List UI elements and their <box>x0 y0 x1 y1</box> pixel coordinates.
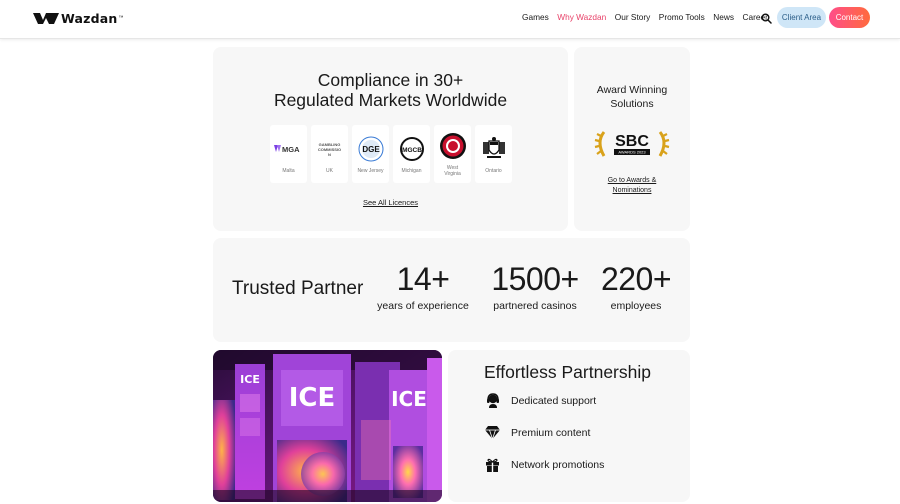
licence-new-jersey[interactable]: DGE New Jersey <box>352 125 389 183</box>
logo-wordmark: Wazdan <box>61 10 118 26</box>
licence-west-virginia[interactable]: West Virginia <box>434 125 471 183</box>
dge-logo: DGE <box>352 131 389 167</box>
menu-item-games[interactable]: Games <box>522 12 549 22</box>
licence-michigan[interactable]: MGCB Michigan <box>393 125 430 183</box>
headset-icon <box>485 393 500 408</box>
mga-logo: MGA <box>270 131 307 167</box>
licence-name: UK <box>326 168 333 174</box>
licence-name: New Jersey <box>357 168 384 174</box>
ontario-crest-icon <box>475 131 512 167</box>
stat-value: 220+ <box>600 261 672 297</box>
partnership-item-support: Dedicated support <box>485 393 596 408</box>
stat-value: 14+ <box>396 261 450 297</box>
menu-item-why-wazdan[interactable]: Why Wazdan <box>557 12 606 22</box>
menu-item-our-story[interactable]: Our Story <box>615 12 651 22</box>
stat-employees: 220+ employees <box>593 260 679 313</box>
logo-trademark: ™ <box>118 15 124 21</box>
gambling-commission-logo-text: GAMBLING COMMISSION <box>317 141 342 157</box>
licence-ontario[interactable]: Ontario <box>475 125 512 183</box>
award-title-line1: Award Winning <box>596 84 668 96</box>
licence-list: MGA Malta GAMBLING COMMISSION UK DGE New… <box>270 125 512 183</box>
award-title: Award Winning Solutions <box>574 83 690 111</box>
sbc-awards-badge-icon: SBC AWARDS 2023 <box>594 131 670 157</box>
sbc-badge-subtext: AWARDS 2023 <box>618 150 646 155</box>
awards-link-line1: Go to Awards & <box>607 177 657 184</box>
licence-malta[interactable]: MGA Malta <box>270 125 307 183</box>
trusted-partner-label: Trusted Partner <box>232 278 364 299</box>
wazdan-logo-mark <box>33 12 59 24</box>
wazdan-logo[interactable]: Wazdan ™ <box>33 10 124 26</box>
ice-sign-right: ICE <box>391 387 427 411</box>
stat-years: 14+ years of experience <box>376 260 470 313</box>
mgcb-logo: MGCB <box>393 131 430 167</box>
menu-item-promo-tools[interactable]: Promo Tools <box>659 12 705 22</box>
awards-link-line2: Nominations <box>612 187 652 194</box>
gambling-commission-logo: GAMBLING COMMISSION <box>311 131 348 167</box>
licence-uk[interactable]: GAMBLING COMMISSION UK <box>311 125 348 183</box>
effortless-partnership-card: Effortless Partnership Dedicated support… <box>448 350 690 502</box>
main-menu: Games Why Wazdan Our Story Promo Tools N… <box>522 12 768 22</box>
award-title-line2: Solutions <box>610 98 654 110</box>
licence-name: Malta <box>282 168 295 174</box>
gift-icon <box>485 457 500 472</box>
dge-logo-text: DGE <box>362 145 380 154</box>
see-all-licences-link[interactable]: See All Licences <box>213 198 568 207</box>
partnership-item-label: Premium content <box>511 426 591 439</box>
compliance-title: Compliance in 30+ Regulated Markets Worl… <box>213 70 568 110</box>
trusted-partner-card: Trusted Partner 14+ years of experience … <box>213 238 690 342</box>
ice-sign-center: ICE <box>289 383 336 413</box>
licence-name: Ontario <box>485 168 502 174</box>
mga-logo-text: MGA <box>282 145 300 154</box>
partnership-item-label: Dedicated support <box>511 394 597 407</box>
stat-label: partnered casinos <box>493 300 577 312</box>
stat-value: 1500+ <box>491 261 579 297</box>
compliance-card: Compliance in 30+ Regulated Markets Worl… <box>213 47 568 231</box>
award-card: Award Winning Solutions SBC AWARDS 2023 … <box>574 47 690 231</box>
sbc-badge-text: SBC <box>615 133 649 150</box>
ice-sign-left: ICE <box>240 373 260 386</box>
ice-exhibition-image: ICE ICE ICE <box>213 350 442 502</box>
stat-casinos: 1500+ partnered casinos <box>490 260 580 313</box>
compliance-title-line1: Compliance in 30+ <box>317 70 464 90</box>
mgcb-logo-text: MGCB <box>402 147 422 154</box>
client-area-button[interactable]: Client Area <box>777 7 826 28</box>
search-icon[interactable] <box>761 13 772 24</box>
licence-name: West Virginia <box>444 165 461 177</box>
west-virginia-seal-icon <box>434 128 471 164</box>
partnership-item-content: Premium content <box>485 425 590 440</box>
menu-item-news[interactable]: News <box>713 12 734 22</box>
compliance-title-line2: Regulated Markets Worldwide <box>273 90 508 110</box>
partnership-item-label: Network promotions <box>511 458 605 471</box>
stat-label: years of experience <box>377 300 469 312</box>
diamond-icon <box>485 425 500 440</box>
top-navigation: Wazdan ™ Games Why Wazdan Our Story Prom… <box>0 0 900 39</box>
contact-button[interactable]: Contact <box>829 7 870 28</box>
partnership-title: Effortless Partnership <box>484 362 651 382</box>
partnership-item-promotions: Network promotions <box>485 457 604 472</box>
licence-name: Michigan <box>401 168 422 174</box>
stat-label: employees <box>610 300 662 312</box>
awards-nominations-link[interactable]: Go to Awards & Nominations <box>574 176 690 196</box>
